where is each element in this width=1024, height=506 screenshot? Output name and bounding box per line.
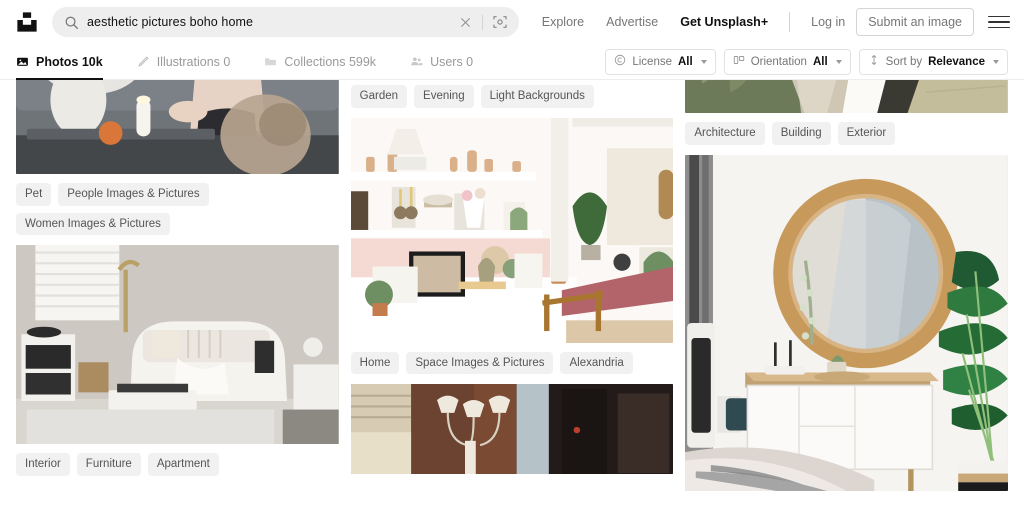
- photo-card: [685, 154, 1009, 491]
- chevron-down-icon: [993, 59, 999, 64]
- tab-illustrations[interactable]: Illustrations 0: [137, 44, 249, 80]
- tab-collections[interactable]: Collections 599k: [264, 44, 394, 80]
- search-icon: [64, 15, 79, 30]
- photo-card: Architecture Building Exterior: [685, 80, 1009, 145]
- photo-thumbnail[interactable]: [350, 384, 674, 475]
- nav-explore[interactable]: Explore: [531, 0, 595, 44]
- tag-chip[interactable]: Building: [771, 122, 831, 145]
- orientation-filter[interactable]: Orientation All: [723, 48, 851, 75]
- photo-card: Pet People Images & Pictures Women Image…: [16, 80, 339, 236]
- tab-illustrations-label: Illustrations 0: [156, 54, 231, 69]
- photo-thumbnail[interactable]: [685, 80, 1009, 113]
- nav-get-unsplash-plus[interactable]: Get Unsplash+: [669, 0, 779, 44]
- photo-card: Garden Evening Light Backgrounds: [350, 80, 674, 108]
- search-divider: [481, 14, 483, 30]
- main-nav: Explore Advertise Get Unsplash+ Log in S…: [531, 0, 1010, 44]
- sort-filter-label: Sort by: [885, 55, 923, 68]
- result-type-tabs: Photos 10k Illustrations 0 Collections 5…: [16, 44, 507, 80]
- chevron-down-icon: [835, 59, 842, 64]
- close-icon[interactable]: [458, 14, 474, 30]
- tag-chip[interactable]: Space Images & Pictures: [406, 351, 554, 375]
- tag-row: Interior Furniture Apartment: [16, 453, 339, 476]
- tag-row: Pet People Images & Pictures Women Image…: [16, 183, 339, 236]
- tag-chip[interactable]: Evening: [414, 85, 474, 108]
- tab-collections-label: Collections 599k: [284, 54, 377, 69]
- tag-row: Home Space Images & Pictures Alexandria: [350, 351, 674, 375]
- masonry-grid: Pet People Images & Pictures Women Image…: [16, 80, 1009, 505]
- pen-icon: [137, 55, 150, 68]
- results-column-2: Garden Evening Light Backgrounds Home Sp…: [350, 80, 674, 505]
- orientation-icon: [733, 54, 745, 69]
- nav-divider: [789, 12, 791, 32]
- license-filter-value: All: [677, 55, 693, 68]
- photo-thumbnail[interactable]: [16, 80, 339, 174]
- photo-card: [350, 384, 674, 475]
- chevron-down-icon: [700, 59, 707, 64]
- sort-icon: [868, 54, 880, 69]
- photo-thumbnail[interactable]: [685, 154, 1009, 491]
- tab-users[interactable]: Users 0: [410, 44, 491, 80]
- tag-chip[interactable]: Apartment: [147, 453, 219, 476]
- photo-thumbnail[interactable]: [350, 117, 674, 343]
- tag-chip[interactable]: Furniture: [76, 453, 141, 476]
- tag-chip[interactable]: Pet: [16, 183, 52, 206]
- login-link[interactable]: Log in: [800, 0, 856, 44]
- filter-controls: License All Orientation All Sort by Rele…: [605, 48, 1008, 75]
- orientation-filter-value: All: [812, 55, 828, 68]
- results-column-3: Architecture Building Exterior: [685, 80, 1009, 505]
- copyright-icon: [614, 54, 626, 69]
- tab-photos[interactable]: Photos 10k: [16, 44, 121, 80]
- tag-chip[interactable]: Exterior: [837, 122, 896, 145]
- unsplash-logo[interactable]: [14, 9, 40, 35]
- tag-chip[interactable]: Home: [350, 351, 400, 375]
- sort-filter[interactable]: Sort by Relevance: [858, 48, 1008, 75]
- tag-chip[interactable]: Women Images & Pictures: [16, 212, 170, 236]
- search-input[interactable]: [87, 15, 450, 29]
- search-results: Pet People Images & Pictures Women Image…: [0, 80, 1024, 505]
- tag-chip[interactable]: Interior: [16, 453, 70, 476]
- visual-search-icon[interactable]: [491, 13, 509, 31]
- hamburger-menu-icon[interactable]: [988, 11, 1010, 33]
- tab-photos-label: Photos 10k: [36, 54, 103, 69]
- submit-image-button[interactable]: Submit an image: [856, 8, 974, 36]
- folder-icon: [264, 55, 277, 68]
- tag-chip[interactable]: Alexandria: [560, 351, 633, 375]
- tab-users-label: Users 0: [430, 54, 474, 69]
- license-filter-label: License: [632, 55, 672, 68]
- photo-card: Home Space Images & Pictures Alexandria: [350, 117, 674, 375]
- photo-icon: [16, 55, 29, 68]
- users-icon: [410, 55, 423, 68]
- orientation-filter-label: Orientation: [750, 55, 807, 68]
- results-column-1: Pet People Images & Pictures Women Image…: [16, 80, 339, 505]
- tag-chip[interactable]: People Images & Pictures: [58, 183, 209, 206]
- license-filter[interactable]: License All: [605, 48, 716, 75]
- search-bar[interactable]: [52, 7, 519, 37]
- tag-row: Architecture Building Exterior: [685, 122, 1008, 145]
- photo-card: Interior Furniture Apartment: [16, 245, 339, 476]
- filter-bar: Photos 10k Illustrations 0 Collections 5…: [0, 44, 1024, 80]
- nav-advertise[interactable]: Advertise: [595, 0, 669, 44]
- tag-chip[interactable]: Garden: [350, 85, 408, 108]
- tag-row: Garden Evening Light Backgrounds: [350, 85, 674, 108]
- photo-thumbnail[interactable]: [16, 245, 339, 445]
- app-header: Explore Advertise Get Unsplash+ Log in S…: [0, 0, 1024, 44]
- sort-filter-value: Relevance: [928, 55, 985, 68]
- tag-chip[interactable]: Architecture: [685, 122, 765, 145]
- tag-chip[interactable]: Light Backgrounds: [480, 85, 594, 108]
